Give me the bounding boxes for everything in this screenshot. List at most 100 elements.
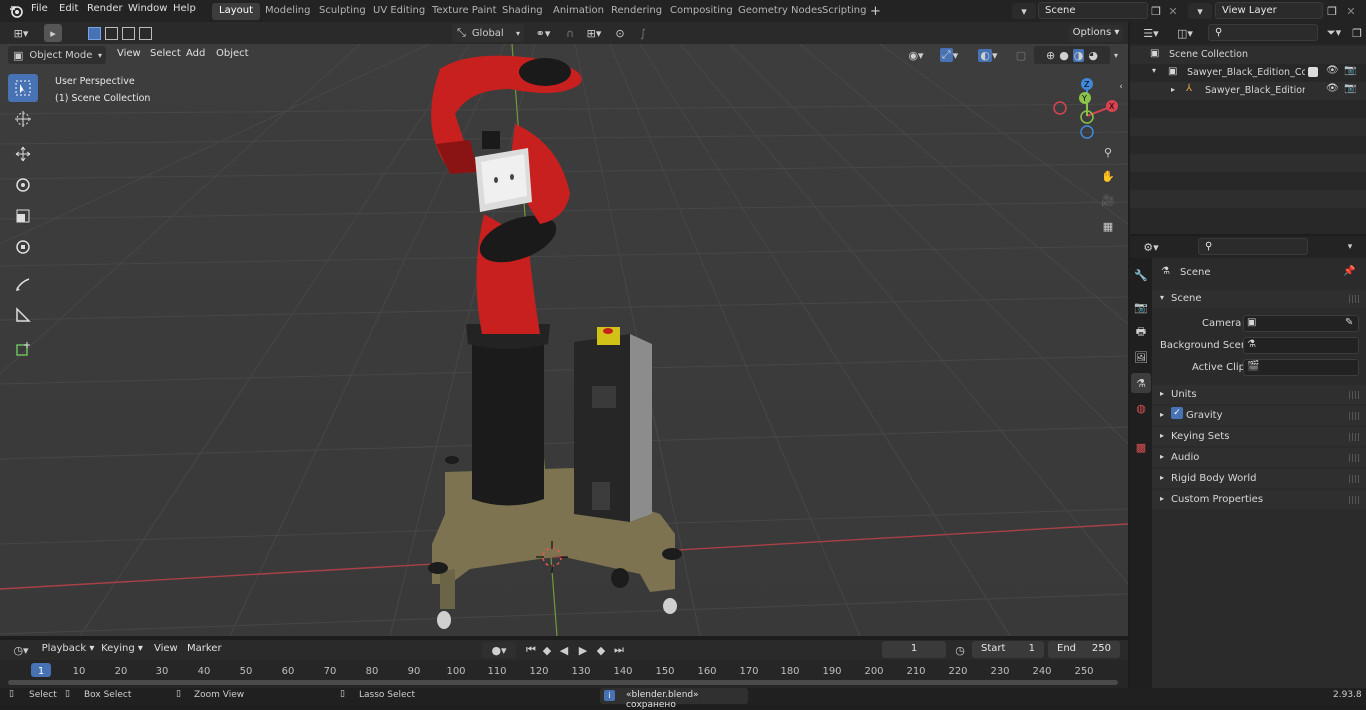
scene-browse-icon[interactable]: ▾ <box>1012 3 1036 19</box>
pivot-point-icon[interactable]: ⚭▾ <box>530 24 556 42</box>
viewport-menu-add[interactable]: Add <box>186 48 205 59</box>
camera-field[interactable]: ▣ ✎ <box>1243 315 1359 332</box>
play-reverse-icon[interactable]: ◀ <box>556 642 572 658</box>
tweak-tool-icon[interactable]: ▸ <box>44 24 62 42</box>
active-clip-field[interactable]: 🎬 <box>1243 359 1359 376</box>
new-scene-icon[interactable]: ❐ <box>1149 3 1163 19</box>
transform-tool-icon[interactable] <box>8 233 38 261</box>
new-collection-icon[interactable]: ❐ <box>1350 25 1364 41</box>
scale-tool-icon[interactable] <box>8 202 38 230</box>
pan-hand-icon[interactable]: ✋ <box>1098 166 1118 186</box>
shading-options-icon[interactable]: ▾ <box>1110 46 1122 64</box>
eye-icon[interactable]: 👁 <box>1326 83 1339 94</box>
panel-grip-icon[interactable] <box>1349 295 1361 303</box>
annotate-tool-icon[interactable] <box>8 270 38 298</box>
start-frame-field[interactable]: Start 1 <box>972 641 1044 658</box>
end-frame-field[interactable]: End 250 <box>1048 641 1120 658</box>
zoom-icon[interactable]: ⚲ <box>1098 142 1118 162</box>
object-mode-dropdown[interactable]: ▣ Object Mode ▾ <box>8 46 106 64</box>
close-scene-icon[interactable]: ✕ <box>1166 3 1180 19</box>
scene-field[interactable]: Scene <box>1038 2 1148 19</box>
tab-shading[interactable]: Shading <box>495 3 550 20</box>
menu-file[interactable]: File <box>31 3 48 14</box>
outliner-row-scene-collection[interactable]: ▣ Scene Collection <box>1130 46 1366 64</box>
output-tab-icon[interactable]: 🖶 <box>1132 323 1150 341</box>
viewport-menu-select[interactable]: Select <box>150 48 181 59</box>
perspective-grid-icon[interactable]: ▦ <box>1098 216 1118 236</box>
render-camera-icon[interactable]: 📷 <box>1344 83 1356 94</box>
3d-viewport[interactable]: User Perspective (1) Scene Collection ▣ … <box>0 44 1128 636</box>
tab-layout[interactable]: Layout <box>212 3 260 20</box>
pin-icon[interactable]: 📌 <box>1343 266 1355 277</box>
gizmo-toggle-icon[interactable]: ⤢ ▾ <box>933 46 965 64</box>
camera-view-icon[interactable]: 🎥 <box>1098 190 1118 210</box>
cursor-tool-icon[interactable] <box>8 105 38 133</box>
snap-icon[interactable]: ∩ <box>561 24 579 42</box>
view-layer-tab-icon[interactable]: 🖼 <box>1132 348 1150 366</box>
selection-mode-icons[interactable] <box>77 24 163 42</box>
panel-grip-icon[interactable] <box>1349 412 1361 420</box>
tab-sculpting[interactable]: Sculpting <box>312 3 373 20</box>
panel-expand-icon[interactable]: ▾ <box>1160 293 1164 302</box>
tool-settings-tab-icon[interactable]: 🔧 <box>1132 266 1150 284</box>
new-view-layer-icon[interactable]: ❐ <box>1325 3 1339 19</box>
orientation-dropdown[interactable]: ⤡ Global ▾ <box>452 24 524 42</box>
scene-tab-icon[interactable]: ⚗ <box>1131 373 1151 393</box>
next-keyframe-icon[interactable]: ◆ <box>593 642 609 658</box>
expand-arrow-icon[interactable]: ▸ <box>1171 85 1175 94</box>
gravity-checkbox[interactable]: ✓ <box>1171 407 1183 419</box>
properties-editor-icon[interactable]: ⚙▾ <box>1138 239 1164 255</box>
texture-tab-icon[interactable]: ▩ <box>1132 438 1150 456</box>
panel-expand-icon[interactable]: ▸ <box>1160 452 1164 461</box>
jump-start-icon[interactable]: ⏮ <box>523 642 539 658</box>
render-tab-icon[interactable]: 📷 <box>1132 298 1150 316</box>
panel-grip-icon[interactable] <box>1349 391 1361 399</box>
tab-uv-editing[interactable]: UV Editing <box>366 3 432 20</box>
viewport-menu-view[interactable]: View <box>117 48 141 59</box>
tab-modeling[interactable]: Modeling <box>258 3 318 20</box>
timeline-menu-view[interactable]: View <box>154 643 178 654</box>
world-tab-icon[interactable]: ◍ <box>1132 399 1150 417</box>
view-layer-field[interactable]: View Layer <box>1215 2 1323 19</box>
properties-search-input[interactable]: ⚲ <box>1198 238 1308 255</box>
measure-tool-icon[interactable] <box>8 301 38 329</box>
menu-render[interactable]: Render <box>87 3 123 14</box>
keying-menu[interactable]: Keying ▾ <box>99 642 145 658</box>
exclude-checkbox-icon[interactable] <box>1308 67 1318 77</box>
tab-compositing[interactable]: Compositing <box>663 3 740 20</box>
select-tool-icon[interactable] <box>8 74 38 102</box>
panel-grip-icon[interactable] <box>1349 496 1361 504</box>
timeline-editor-icon[interactable]: ◷▾ <box>8 642 34 658</box>
blender-logo-icon[interactable] <box>8 3 24 19</box>
preview-range-icon[interactable]: ◷ <box>952 642 968 658</box>
render-camera-icon[interactable]: 📷 <box>1344 65 1356 76</box>
timeline-scrollbar[interactable] <box>8 680 1118 685</box>
panel-grip-icon[interactable] <box>1349 454 1361 462</box>
playback-menu[interactable]: Playback ▾ <box>40 642 96 658</box>
panel-grip-icon[interactable] <box>1349 475 1361 483</box>
panel-expand-icon[interactable]: ▸ <box>1160 494 1164 503</box>
outliner-row-collection[interactable]: ▾ ▣ Sawyer_Black_Edition_Collab 👁 📷 <box>1130 64 1366 82</box>
prev-keyframe-icon[interactable]: ◆ <box>539 642 555 658</box>
rotate-tool-icon[interactable] <box>8 171 38 199</box>
close-view-layer-icon[interactable]: ✕ <box>1344 3 1358 19</box>
falloff-icon[interactable]: ∫ <box>630 24 656 42</box>
snap-target-icon[interactable]: ⊞▾ <box>581 24 607 42</box>
menu-edit[interactable]: Edit <box>59 3 78 14</box>
tab-animation[interactable]: Animation <box>546 3 611 20</box>
xray-icon[interactable]: ▢ <box>1013 46 1029 64</box>
panel-expand-icon[interactable]: ▸ <box>1160 410 1164 419</box>
add-workspace-icon[interactable]: + <box>868 4 883 19</box>
panel-expand-icon[interactable]: ▸ <box>1160 389 1164 398</box>
outliner-editor-icon[interactable]: ☰▾ <box>1138 25 1164 41</box>
tab-scripting[interactable]: Scripting <box>815 3 873 20</box>
gravity-panel[interactable] <box>1152 406 1366 425</box>
play-icon[interactable]: ▶ <box>575 642 591 658</box>
background-scene-field[interactable]: ⚗ <box>1243 337 1359 354</box>
auto-keying-icon[interactable]: ●▾ <box>482 642 516 658</box>
timeline-menu-marker[interactable]: Marker <box>187 643 222 654</box>
menu-help[interactable]: Help <box>173 3 196 14</box>
overlays-toggle-icon[interactable]: ◐ ▾ <box>972 46 1004 64</box>
panel-expand-icon[interactable]: ▸ <box>1160 431 1164 440</box>
sidebar-expand-icon[interactable]: ‹ <box>1116 80 1126 94</box>
